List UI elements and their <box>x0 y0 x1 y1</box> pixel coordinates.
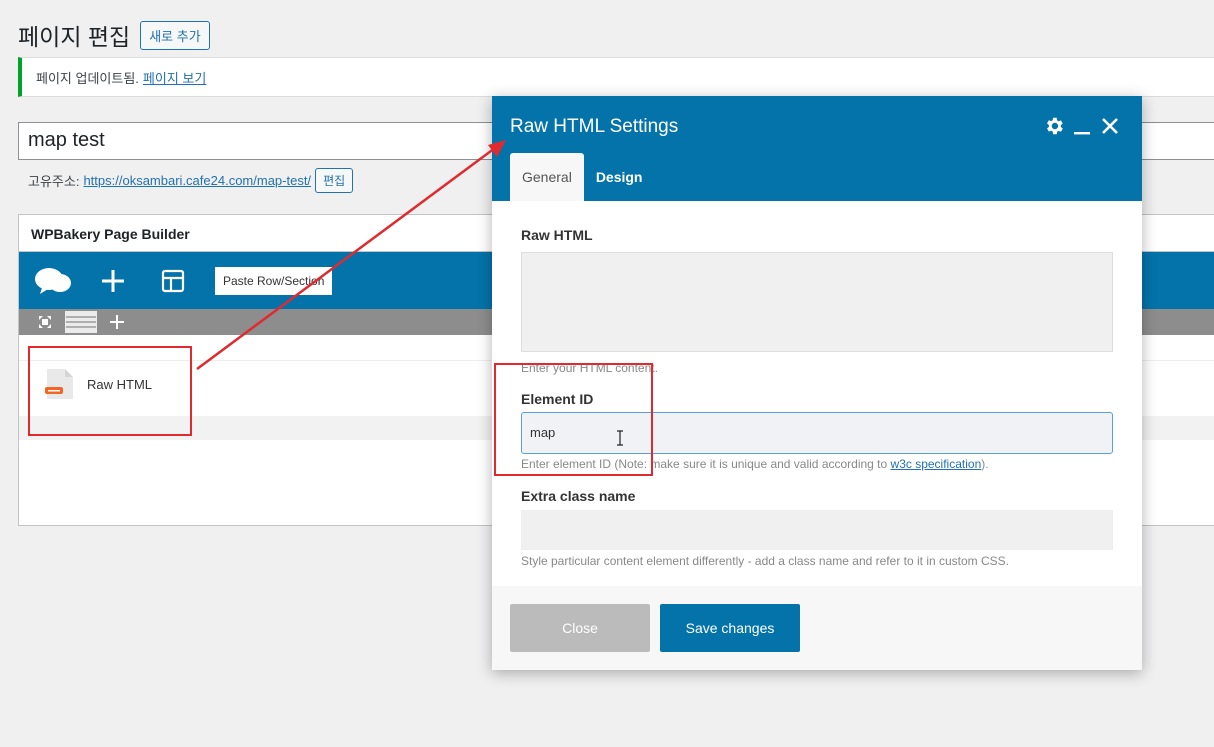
tab-design[interactable]: Design <box>584 153 655 201</box>
page-header: 페이지 편집 새로 추가 <box>18 18 210 52</box>
add-column-icon[interactable] <box>101 311 133 333</box>
extra-class-label: Extra class name <box>521 488 636 504</box>
close-button[interactable]: Close <box>510 604 650 652</box>
add-element-icon[interactable] <box>93 261 133 301</box>
text-cursor-icon <box>616 430 624 446</box>
close-icon[interactable] <box>1098 114 1122 138</box>
element-id-help-end: ). <box>981 457 989 471</box>
expand-icon[interactable] <box>29 311 61 333</box>
paste-row-section-button[interactable]: Paste Row/Section <box>215 266 333 295</box>
permalink: 고유주소: https://oksambari.cafe24.com/map-t… <box>28 168 354 193</box>
modal-title: Raw HTML Settings <box>510 116 679 137</box>
extra-class-input[interactable] <box>521 510 1113 550</box>
gear-icon[interactable] <box>1042 114 1066 138</box>
notice-text: 페이지 업데이트됨. <box>36 70 139 86</box>
annotation-box-element <box>28 346 192 436</box>
extra-class-help: Style particular content element differe… <box>521 554 1010 568</box>
tab-general[interactable]: General <box>510 153 584 201</box>
save-changes-button[interactable]: Save changes <box>660 604 800 652</box>
minimize-icon[interactable] <box>1070 114 1094 138</box>
w3c-specification-link[interactable]: w3c specification <box>891 457 982 471</box>
wpbakery-logo-icon[interactable] <box>33 261 73 301</box>
raw-html-field-label: Raw HTML <box>521 227 593 243</box>
permalink-label: 고유주소: <box>28 174 80 189</box>
permalink-edit-button[interactable]: 편집 <box>315 168 354 193</box>
annotation-box-element-id <box>494 363 653 476</box>
modal-tabs: General Design <box>510 153 655 201</box>
template-icon[interactable] <box>153 261 193 301</box>
drag-handle-icon[interactable] <box>65 311 97 333</box>
page-title: 페이지 편집 <box>18 24 131 50</box>
update-notice: 페이지 업데이트됨. 페이지 보기 <box>18 57 1214 97</box>
modal-controls <box>1038 114 1122 138</box>
view-page-link[interactable]: 페이지 보기 <box>143 68 206 87</box>
raw-html-textarea[interactable] <box>521 252 1113 352</box>
modal-header: Raw HTML Settings General Design <box>492 96 1142 201</box>
add-new-button[interactable]: 새로 추가 <box>140 20 210 50</box>
modal-footer: Close Save changes <box>492 586 1142 670</box>
permalink-url[interactable]: https://oksambari.cafe24.com/map-test/ <box>83 173 311 188</box>
